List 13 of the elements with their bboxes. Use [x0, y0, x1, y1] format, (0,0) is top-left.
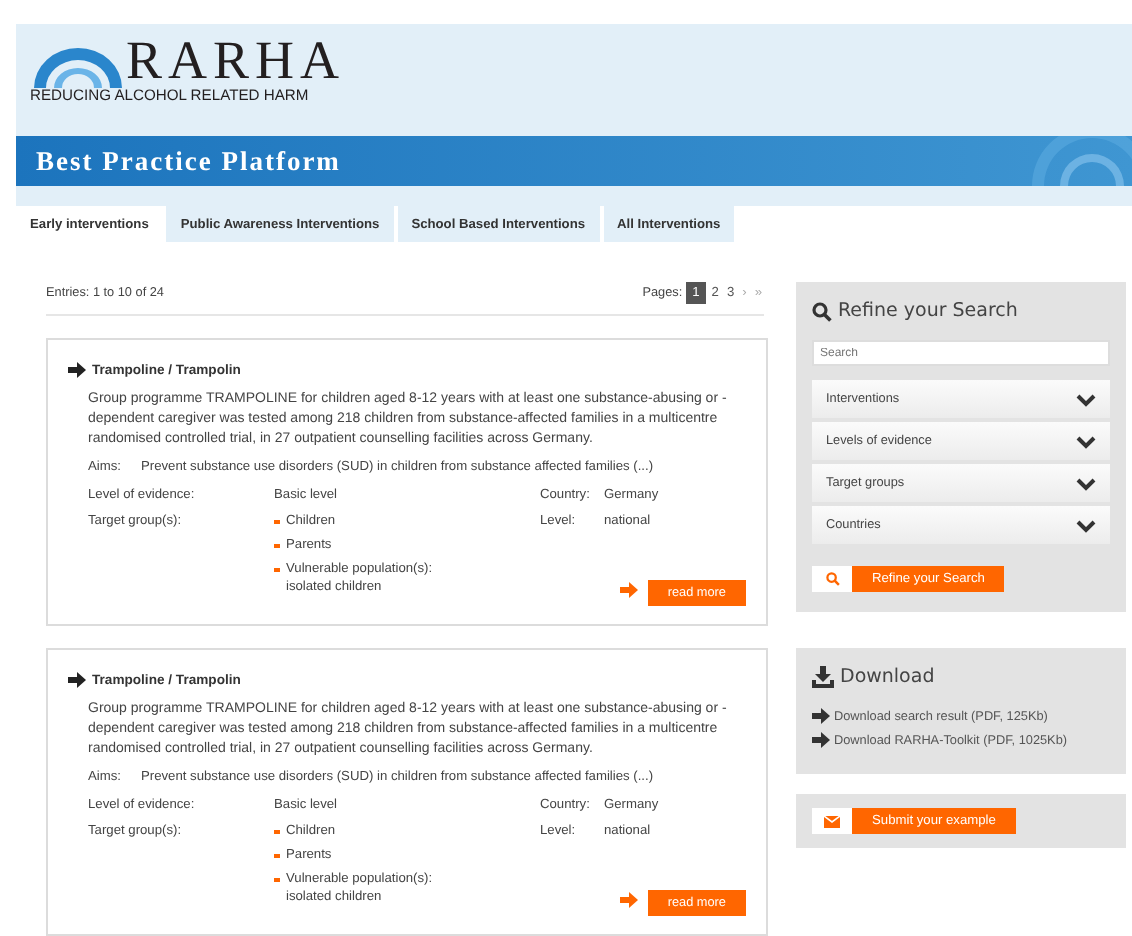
- arrow-icon: [68, 670, 86, 690]
- arrow-icon: [619, 580, 638, 600]
- panel-title: Refine your Search: [838, 300, 1018, 322]
- logo-text: RARHA: [126, 36, 346, 84]
- arc-icon: [1032, 136, 1132, 186]
- panel-title: Download: [840, 666, 935, 688]
- banner-title: Best Practice Platform: [36, 145, 341, 177]
- search-icon: [812, 301, 832, 321]
- search-icon: [825, 572, 839, 586]
- envelope-icon: [824, 815, 840, 827]
- arrow-icon: [68, 360, 86, 380]
- download-icon: [812, 666, 834, 688]
- arrow-icon: [619, 890, 638, 910]
